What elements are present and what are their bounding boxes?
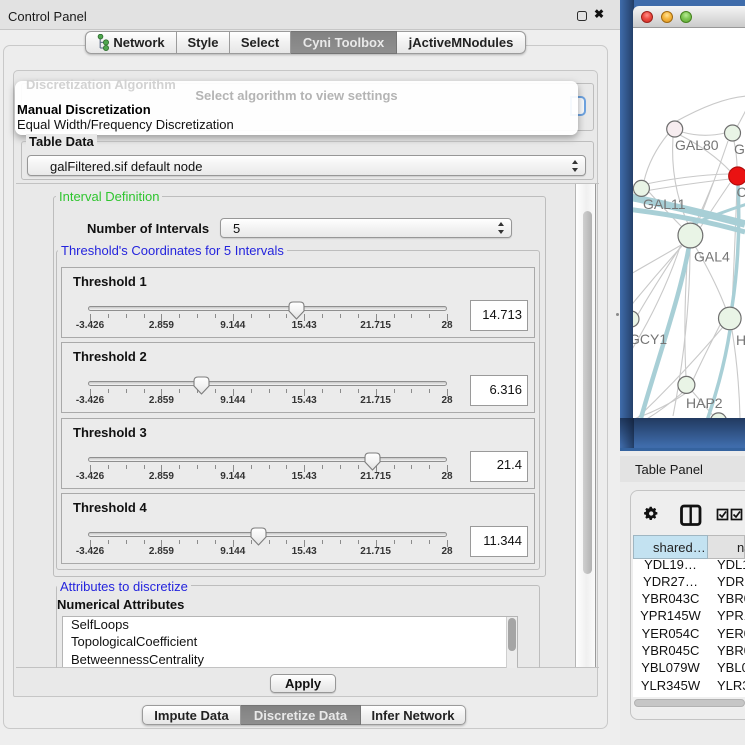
svg-text:GAL4: GAL4 [694,249,730,265]
svg-text:GAL11: GAL11 [643,196,686,212]
svg-text:GCY1: GCY1 [633,331,667,347]
svg-text:HA: HA [736,332,745,348]
svg-text:C: C [737,184,745,200]
svg-text:GA: GA [734,141,745,157]
svg-text:GAL80: GAL80 [675,137,719,153]
svg-text:HAP2: HAP2 [686,395,723,411]
